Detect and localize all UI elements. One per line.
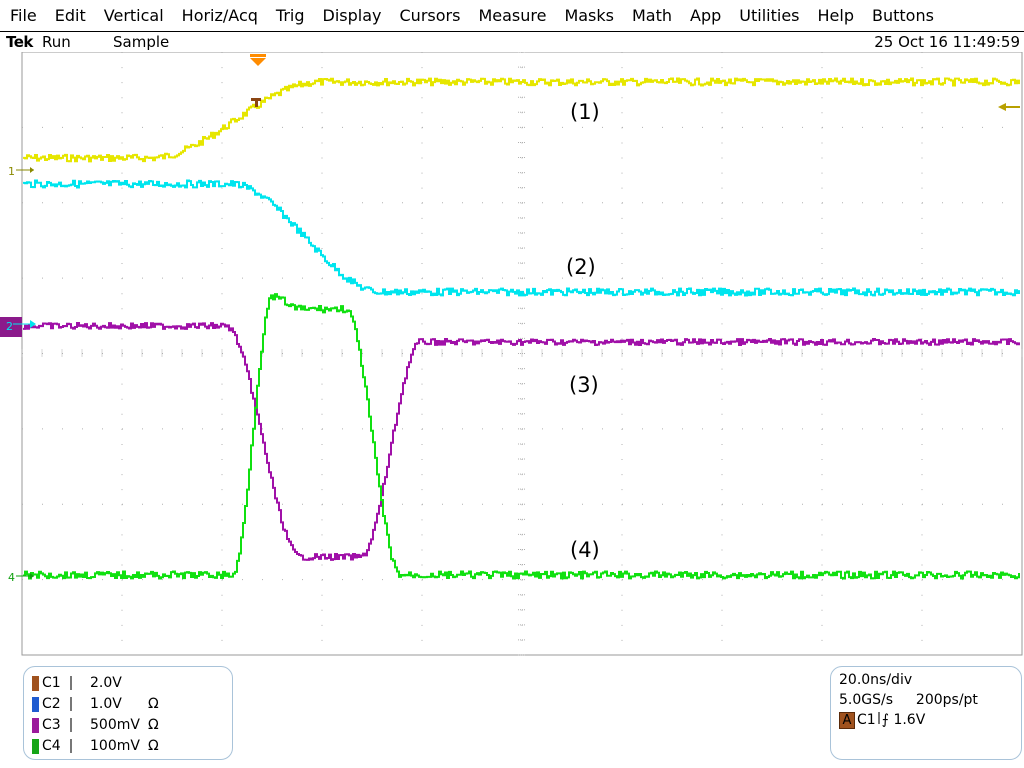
horizontal-settings-panel[interactable]: 20.0ns/div 5.0GS/s 200ps/pt A C1 ⨍ 1.6V [830,666,1022,760]
trigger-level: 1.6V [893,712,926,728]
trigger-source: C1 [857,712,876,728]
menu-utilities[interactable]: Utilities [730,1,808,31]
channel-2-coupling: Ω [148,696,159,712]
trigger-readout-row[interactable]: A C1 ⨍ 1.6V [839,712,925,729]
channel-row-3[interactable]: C3 500mV Ω [32,715,159,735]
acquisition-mode[interactable]: Sample [113,33,169,51]
channel-1-swatch [32,675,39,691]
menu-help[interactable]: Help [809,1,863,31]
menu-bar: File Edit Vertical Horiz/Acq Trig Displa… [0,0,1024,32]
channel-4-coupling: Ω [148,738,159,754]
channel-row-4[interactable]: C4 100mV Ω [32,736,159,756]
channel-2-name: C2 [42,696,61,712]
channel-settings-panel[interactable]: C1 2.0V C2 1.0V Ω C3 500mV Ω C4 100mV Ω [23,666,233,760]
menu-cursors[interactable]: Cursors [391,1,470,31]
trigger-slope-icon: ⨍ [881,712,889,728]
menu-vertical[interactable]: Vertical [95,1,173,31]
menu-trig[interactable]: Trig [267,1,314,31]
channel-4-marker-label: 4 [8,571,15,584]
run-state[interactable]: Run [42,33,71,51]
channel-4-swatch [32,738,39,754]
waveform-label-4: (4) [570,538,600,562]
channel-3-swatch [32,717,39,733]
brand-logo: Tek [6,33,33,51]
channel-row-1[interactable]: C1 2.0V [32,673,148,693]
channel-row-2[interactable]: C2 1.0V Ω [32,694,159,714]
channel-3-coupling: Ω [148,717,159,733]
menu-math[interactable]: Math [623,1,681,31]
menu-edit[interactable]: Edit [46,1,95,31]
menu-masks[interactable]: Masks [555,1,623,31]
timebase-readout: 20.0ns/div [839,672,913,688]
channel-2-scale: 1.0V [90,696,122,712]
channel-1-marker-label: 1 [8,165,15,178]
trigger-badge: A [839,712,855,729]
channel-1-scale: 2.0V [90,675,122,691]
sample-rate-row: 5.0GS/s 200ps/pt [839,692,978,708]
resolution-readout: 200ps/pt [915,692,978,708]
waveform-label-3: (3) [569,373,599,397]
channel-4-name: C4 [42,738,61,754]
menu-measure[interactable]: Measure [469,1,555,31]
waveform-label-2: (2) [566,255,596,279]
status-bar: Tek Run Sample 25 Oct 16 11:49:59 [0,32,1024,52]
menu-horiz-acq[interactable]: Horiz/Acq [173,1,267,31]
sample-rate-readout: 5.0GS/s [839,692,894,708]
channel-4-scale: 100mV [90,738,140,754]
waveform-label-1: (1) [570,100,600,124]
menu-buttons[interactable]: Buttons [863,1,943,31]
menu-display[interactable]: Display [314,1,391,31]
channel-3-name: C3 [42,717,61,733]
channel-1-name: C1 [42,675,61,691]
waveform-display[interactable]: 1 2 4 (1) (2) (3) (4) [0,52,1024,662]
menu-file[interactable]: File [0,1,46,31]
channel-3-scale: 500mV [90,717,140,733]
menu-app[interactable]: App [681,1,730,31]
channel-2-swatch [32,696,39,712]
channel-2-marker-label: 2 [6,320,13,333]
date-time: 25 Oct 16 11:49:59 [874,33,1020,51]
